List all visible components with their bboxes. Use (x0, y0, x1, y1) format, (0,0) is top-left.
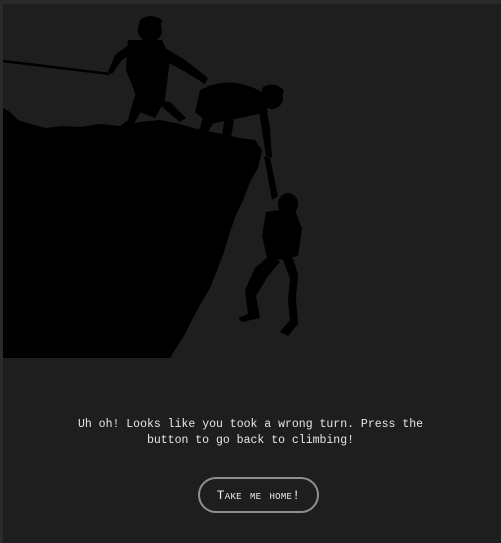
rope-line (2, 59, 111, 76)
error-message-line-2: button to go back to climbing! (146, 434, 355, 447)
error-message-line-1: Uh oh! Looks like you took a wrong turn.… (77, 418, 424, 431)
take-me-home-button[interactable]: Take me home! (198, 477, 319, 513)
cliff-shape (3, 108, 262, 358)
climbers-silhouette-illustration (2, 16, 302, 358)
standing-climber-silhouette (108, 16, 208, 130)
error-message: Uh oh! Looks like you took a wrong turn.… (0, 417, 501, 449)
